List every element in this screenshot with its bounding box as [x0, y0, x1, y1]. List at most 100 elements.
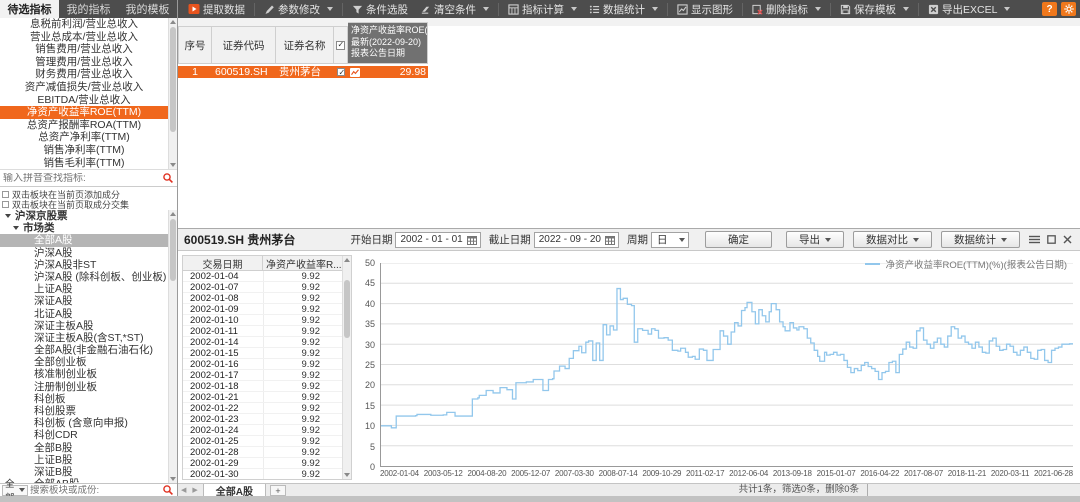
row-checkbox[interactable] — [337, 67, 345, 79]
chevron-down-icon[interactable] — [815, 7, 821, 11]
detail-table-row[interactable]: 2002-01-24 9.92 — [183, 425, 342, 436]
tree-item[interactable]: 核准制创业板 — [0, 368, 168, 380]
show-chart-button[interactable]: 显示图形 — [671, 0, 739, 18]
board-filter-dropdown[interactable]: 全部 — [2, 479, 28, 502]
tree-item[interactable]: 深证主板A股(含ST,*ST) — [0, 332, 168, 344]
chevron-down-icon[interactable] — [327, 7, 333, 11]
scrollbar-thumb[interactable] — [344, 280, 350, 338]
indicator-item[interactable]: 销售费用/营业总收入 — [0, 43, 168, 56]
tree-item[interactable]: 深证A股 — [0, 295, 168, 307]
option-intersect-components[interactable]: 双击板块在当前页取成分交集 — [2, 199, 177, 209]
indicator-search-input[interactable] — [0, 172, 162, 184]
detail-table-row[interactable]: 2002-01-07 9.92 — [183, 282, 342, 293]
save-template-button[interactable]: 保存模板 — [834, 0, 915, 18]
tree-item[interactable]: 上证B股 — [0, 454, 168, 466]
calendar-icon[interactable] — [466, 235, 477, 245]
tree-item[interactable]: 全部创业板 — [0, 356, 168, 368]
stock-filter-button[interactable]: 条件选股 — [346, 0, 414, 18]
detail-table-row[interactable]: 2002-01-17 9.92 — [183, 370, 342, 381]
row-value-cell[interactable]: 29.98 — [348, 66, 428, 78]
detail-table-row[interactable]: 2002-01-11 9.92 — [183, 326, 342, 337]
detail-table-row[interactable]: 2002-01-16 9.92 — [183, 359, 342, 370]
data-stats-button-panel[interactable]: 数据统计 — [941, 231, 1020, 248]
scrollbar-thumb[interactable] — [170, 27, 176, 132]
delete-indicator-button[interactable]: 删除指标 — [746, 0, 827, 18]
detail-table-row[interactable]: 2002-01-29 9.92 — [183, 458, 342, 469]
end-date-input[interactable]: 2022 - 09 - 20 — [533, 231, 619, 248]
detail-col-date[interactable]: 交易日期 — [183, 256, 263, 270]
trend-icon[interactable] — [350, 67, 360, 77]
detail-table-row[interactable]: 2002-01-09 9.92 — [183, 304, 342, 315]
chevron-down-icon[interactable] — [571, 7, 577, 11]
menu-icon[interactable] — [1029, 235, 1040, 244]
scroll-down-icon[interactable] — [170, 477, 176, 481]
tree-item[interactable]: 北证A股 — [0, 308, 168, 320]
column-header-code[interactable]: 证券代码 — [212, 26, 276, 64]
indicator-calc-button[interactable]: 指标计算 — [502, 0, 583, 18]
tab-pending-indicators[interactable]: 待选指标 — [0, 0, 59, 18]
settings-button[interactable] — [1061, 2, 1076, 16]
tree-item[interactable]: 沪深A股 — [0, 247, 168, 259]
detail-table-row[interactable]: 2002-01-22 9.92 — [183, 403, 342, 414]
calendar-icon[interactable] — [604, 235, 615, 245]
add-sheet-button[interactable]: + — [270, 484, 287, 496]
result-row[interactable]: 1 600519.SH 贵州茅台 29.98 — [178, 66, 428, 79]
collapse-icon[interactable] — [13, 226, 19, 231]
help-button[interactable]: ? — [1042, 2, 1057, 16]
close-icon[interactable] — [1063, 235, 1072, 244]
tree-item[interactable]: 全部B股 — [0, 442, 168, 454]
tree-item[interactable]: 深证B股 — [0, 466, 168, 478]
tree-item[interactable]: 科创板 (含意向申报) — [0, 417, 168, 429]
tab-my-templates[interactable]: 我的模板 — [118, 0, 177, 18]
detail-table-row[interactable]: 2002-01-14 9.92 — [183, 337, 342, 348]
tree-item[interactable]: 全部A股(非金融石油石化) — [0, 344, 168, 356]
indicator-item[interactable]: 总资产净利率(TTM) — [0, 131, 168, 144]
period-select[interactable]: 日 — [650, 231, 689, 248]
search-icon[interactable] — [162, 484, 174, 496]
scrollbar-thumb[interactable] — [170, 219, 176, 281]
chevron-down-icon[interactable] — [903, 7, 909, 11]
indicator-item[interactable]: 总资产报酬率ROA(TTM) — [0, 119, 168, 132]
detail-table-row[interactable]: 2002-01-18 9.92 — [183, 381, 342, 392]
column-header-seq[interactable]: 序号 — [178, 26, 212, 64]
indicator-item[interactable]: 财务费用/营业总收入 — [0, 68, 168, 81]
export-excel-button[interactable]: 导出EXCEL — [922, 0, 1016, 18]
detail-table-row[interactable]: 2002-01-10 9.92 — [183, 315, 342, 326]
detail-table-row[interactable]: 2002-01-23 9.92 — [183, 414, 342, 425]
option-add-components[interactable]: 双击板块在当前页添加成分 — [2, 189, 177, 199]
data-stats-button[interactable]: 数据统计 — [583, 0, 664, 18]
detail-table-row[interactable]: 2002-01-25 9.92 — [183, 436, 342, 447]
export-button[interactable]: 导出 — [786, 231, 844, 248]
tree-scrollbar[interactable] — [168, 210, 177, 483]
checkbox-icon[interactable] — [2, 200, 9, 208]
indicator-item[interactable]: 营业总成本/营业总收入 — [0, 31, 168, 44]
scroll-up-icon[interactable] — [170, 212, 176, 216]
detail-table-row[interactable]: 2002-01-28 9.92 — [183, 447, 342, 458]
scroll-up-icon[interactable] — [344, 258, 350, 262]
detail-table-scrollbar[interactable] — [342, 256, 351, 479]
maximize-icon[interactable] — [1047, 235, 1056, 244]
indicator-item[interactable]: 资产减值损失/营业总收入 — [0, 81, 168, 94]
tree-item[interactable]: 沪深A股 (除科创板、创业板) — [0, 271, 168, 283]
column-header-indicator[interactable]: 净资产收益率ROE(... 最新(2022-09-20) 报表公告日期 — [348, 22, 428, 64]
board-search-input[interactable] — [30, 484, 162, 496]
select-all-checkbox[interactable] — [336, 40, 345, 50]
tree-item[interactable]: 深证主板A股 — [0, 320, 168, 332]
confirm-button[interactable]: 确定 — [705, 231, 772, 248]
indicator-item[interactable]: EBITDA/营业总收入 — [0, 94, 168, 107]
scroll-up-icon[interactable] — [170, 20, 176, 24]
column-header-checkbox[interactable] — [334, 26, 348, 64]
tab-scroll-left-icon[interactable]: ◀ — [178, 486, 189, 494]
start-date-input[interactable]: 2002 - 01 - 01 — [395, 231, 481, 248]
detail-table-row[interactable]: 2002-01-21 9.92 — [183, 392, 342, 403]
tab-scroll-right-icon[interactable]: ▶ — [189, 486, 200, 494]
scroll-down-icon[interactable] — [344, 473, 350, 477]
tree-item[interactable]: 全部A股 — [0, 234, 168, 247]
tree-root[interactable]: 沪深京股票 — [0, 210, 177, 222]
chevron-down-icon[interactable] — [1004, 7, 1011, 11]
indicator-item[interactable]: 净资产收益率ROE(TTM) — [0, 106, 168, 119]
collapse-icon[interactable] — [5, 214, 11, 219]
detail-table-row[interactable]: 2002-01-15 9.92 — [183, 348, 342, 359]
data-compare-button[interactable]: 数据对比 — [853, 231, 932, 248]
chevron-down-icon[interactable] — [483, 7, 489, 11]
